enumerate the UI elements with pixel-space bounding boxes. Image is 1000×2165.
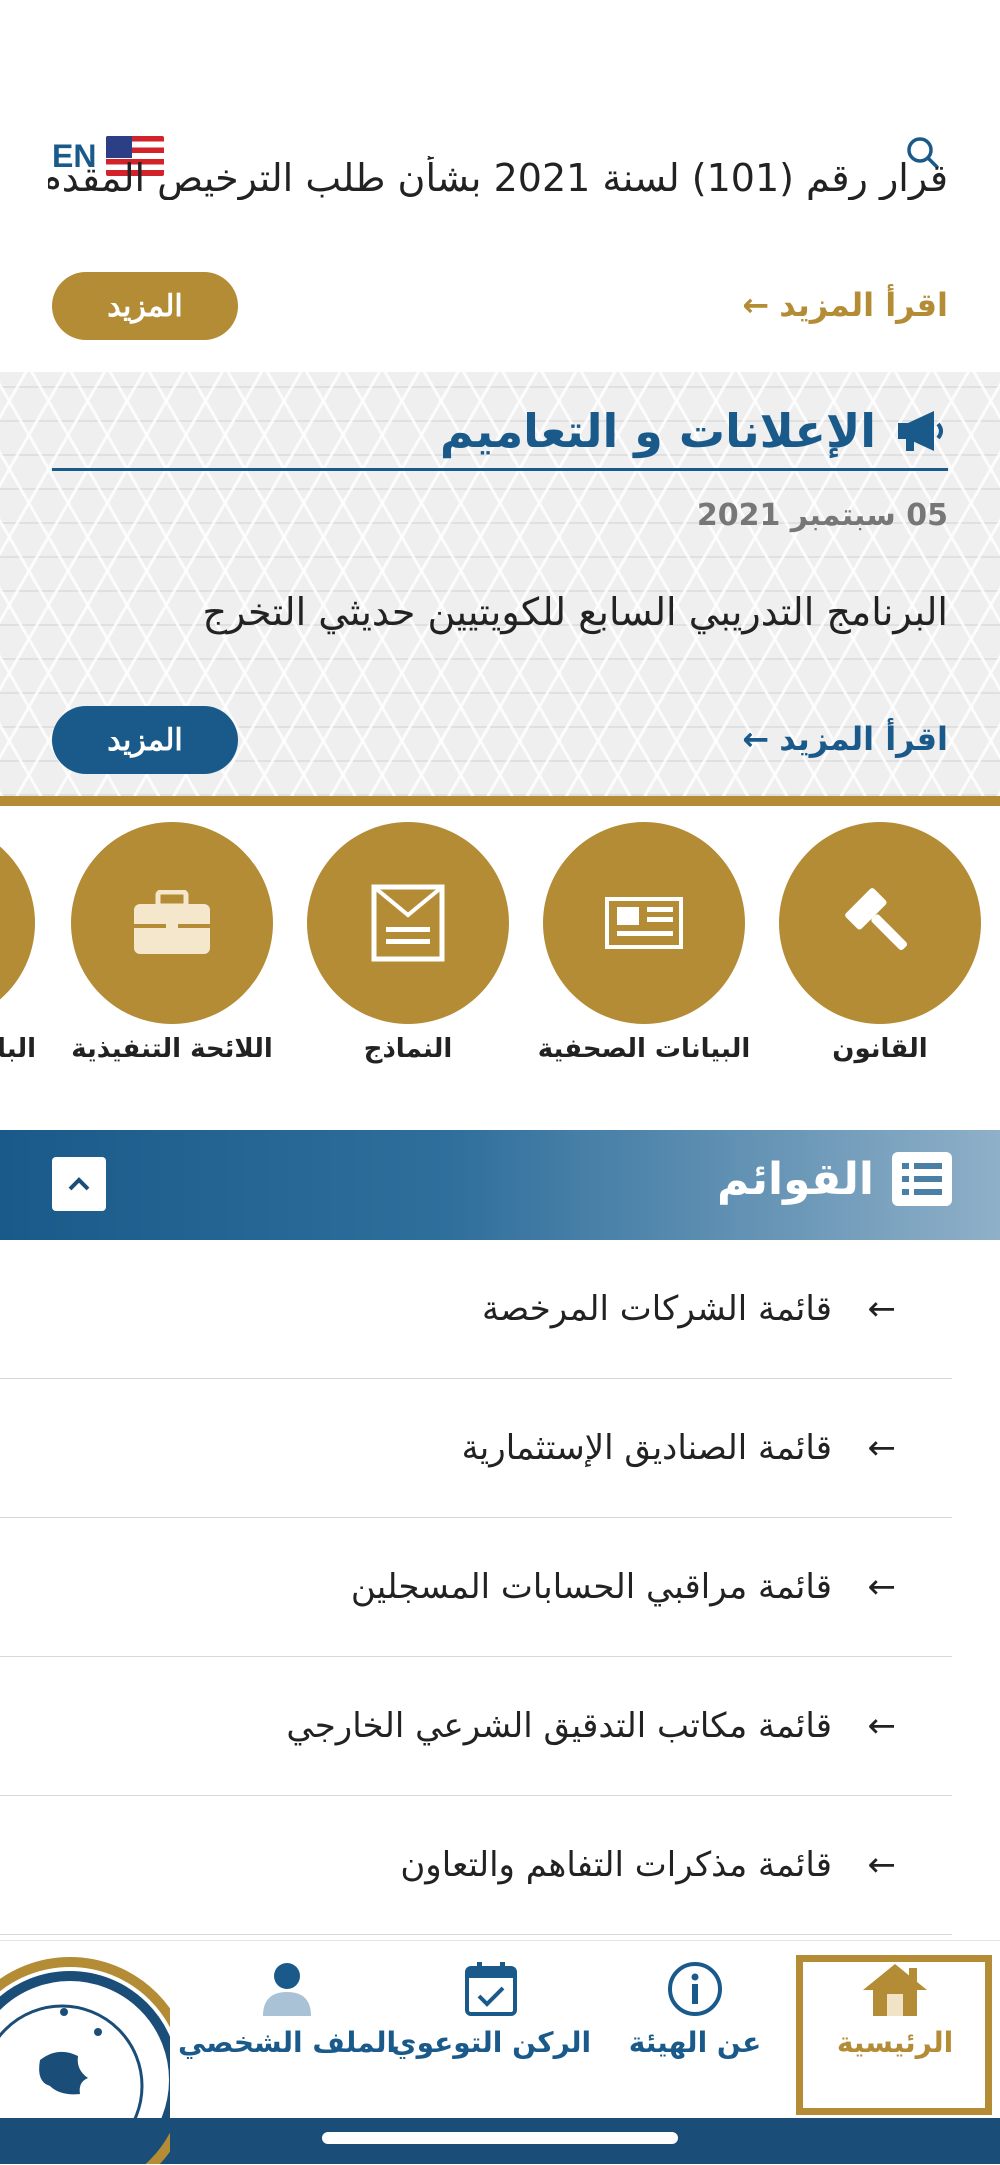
- nav-home[interactable]: الرئيسية: [800, 1960, 990, 2059]
- nav-profile[interactable]: الملف الشخصي: [178, 1960, 396, 2059]
- quick-link-circle: [779, 822, 981, 1024]
- news-headline[interactable]: قرار رقم (101) لسنة 2021 بشأن طلب الترخي…: [48, 156, 948, 200]
- announcement-read-more-link[interactable]: اقرأ المزيد ←: [742, 720, 948, 758]
- quick-link-label: البيانات الصحفية: [537, 1034, 751, 1064]
- quick-link-partial[interactable]: البا: [0, 822, 36, 1064]
- arrow-left-icon: ←: [867, 1706, 897, 1746]
- briefcase-icon: [134, 890, 210, 954]
- list-item[interactable]: ← قائمة مراقبي الحسابات المسجلين: [0, 1518, 952, 1657]
- list-icon: [892, 1152, 952, 1206]
- announcements-divider: [0, 796, 1000, 806]
- list-item-label: قائمة الشركات المرخصة: [482, 1289, 832, 1329]
- quick-link-law[interactable]: القانون: [778, 822, 982, 1064]
- more-button[interactable]: المزيد: [52, 272, 238, 340]
- lists-title-text: القوائم: [717, 1153, 874, 1205]
- list-item[interactable]: ← قائمة مكاتب التدقيق الشرعي الخارجي: [0, 1657, 952, 1796]
- nav-awareness[interactable]: الركن التوعوي: [391, 1960, 591, 2059]
- form-icon: [371, 884, 445, 962]
- quick-link-label: النماذج: [363, 1034, 453, 1064]
- arrow-left-icon: ←: [867, 1428, 897, 1468]
- list-item[interactable]: ← قائمة مذكرات التفاهم والتعاون: [0, 1796, 952, 1935]
- announcement-more-button[interactable]: المزيد: [52, 706, 238, 774]
- title-underline: [52, 468, 948, 471]
- lists-title: القوائم: [717, 1152, 952, 1206]
- info-icon: [668, 1962, 722, 2016]
- list-item[interactable]: ← قائمة الصناديق الإستثمارية: [0, 1379, 952, 1518]
- nav-home-label: الرئيسية: [836, 2026, 954, 2059]
- quick-link-label: البا: [0, 1034, 36, 1064]
- quick-link-circle: [307, 822, 509, 1024]
- list-item-label: قائمة الصناديق الإستثمارية: [461, 1428, 832, 1468]
- quick-link-forms[interactable]: النماذج: [306, 822, 510, 1064]
- announcements-title-text: الإعلانات و التعاميم: [439, 404, 876, 458]
- read-more-link[interactable]: اقرأ المزيد ←: [742, 286, 948, 324]
- nav-about[interactable]: عن الهيئة: [600, 1960, 790, 2059]
- read-more-label: اقرأ المزيد: [779, 720, 948, 758]
- list-item-label: قائمة مذكرات التفاهم والتعاون: [400, 1845, 832, 1885]
- announcement-text[interactable]: البرنامج التدريبي السابع للكويتيين حديثي…: [203, 590, 949, 634]
- nav-about-label: عن الهيئة: [628, 2026, 762, 2059]
- quick-link-circle: [0, 822, 35, 1024]
- announcements-title: الإعلانات و التعاميم: [440, 404, 948, 458]
- quick-link-circle: [543, 822, 745, 1024]
- home-icon: [863, 1964, 927, 2016]
- quick-link-label: اللائحة التنفيذية: [71, 1034, 273, 1064]
- user-icon: [263, 1963, 311, 2016]
- arrow-left-icon: ←: [742, 720, 770, 758]
- quick-links: القانون البيانات الصحفية النماذج اللائحة…: [0, 822, 1000, 1072]
- authority-logo: [0, 1950, 170, 2164]
- nav-awareness-label: الركن التوعوي: [390, 2026, 592, 2059]
- arrow-left-icon: ←: [867, 1567, 897, 1607]
- arrow-left-icon: ←: [867, 1845, 897, 1885]
- collapse-button[interactable]: [52, 1157, 106, 1211]
- announcement-date: 05 سبتمبر 2021: [696, 498, 948, 533]
- quick-link-label: القانون: [832, 1034, 928, 1064]
- chevron-up-icon: [68, 1177, 90, 1191]
- quick-link-executive-regulations[interactable]: اللائحة التنفيذية: [70, 822, 274, 1064]
- read-more-label: اقرأ المزيد: [779, 286, 948, 324]
- list-item-label: قائمة مراقبي الحسابات المسجلين: [350, 1567, 832, 1607]
- calendar-check-icon: [465, 1962, 517, 2016]
- quick-link-circle: [71, 822, 273, 1024]
- kuwait-map-logo-icon: [0, 1957, 170, 2164]
- list-item[interactable]: ← قائمة الشركات المرخصة: [0, 1240, 952, 1379]
- newspaper-icon: [605, 897, 683, 949]
- gavel-icon: [845, 888, 908, 951]
- arrow-left-icon: ←: [867, 1289, 897, 1329]
- list-item-label: قائمة مكاتب التدقيق الشرعي الخارجي: [286, 1706, 832, 1746]
- arrow-left-icon: ←: [742, 286, 770, 324]
- quick-link-press-releases[interactable]: البيانات الصحفية: [538, 822, 750, 1064]
- lists: ← قائمة الشركات المرخصة ← قائمة الصناديق…: [0, 1240, 952, 1935]
- nav-profile-label: الملف الشخصي: [177, 2026, 397, 2059]
- megaphone-icon: [898, 411, 943, 451]
- home-indicator: [322, 2132, 678, 2144]
